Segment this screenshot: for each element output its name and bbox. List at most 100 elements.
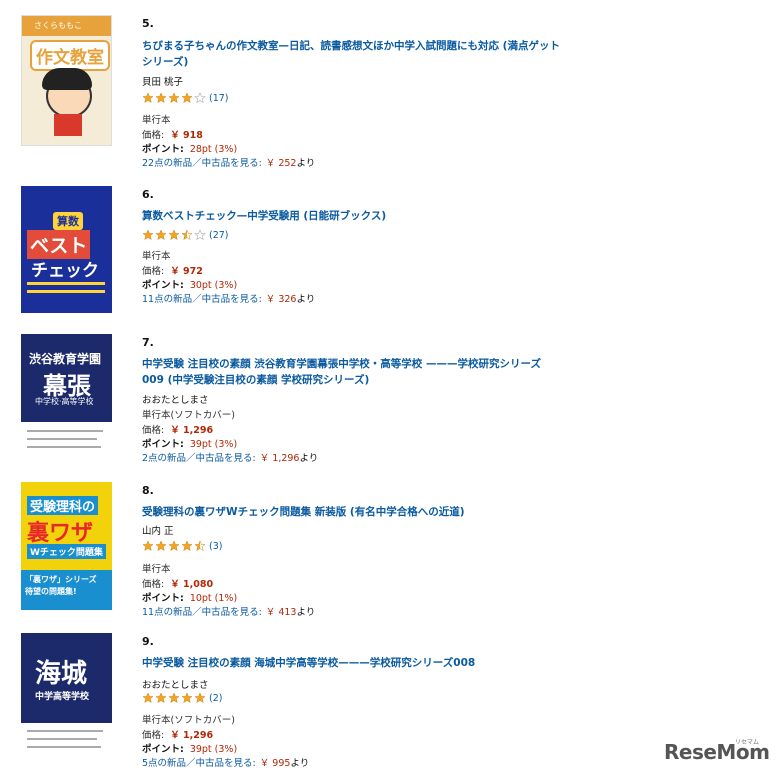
author-link[interactable]: 山内 正 xyxy=(142,523,174,537)
points-label: ポイント: xyxy=(142,280,184,291)
review-count-link[interactable]: (27) xyxy=(209,230,229,241)
review-count-link[interactable]: (17) xyxy=(209,93,229,104)
rank-number: 7. xyxy=(142,336,154,349)
points-value: 30pt (3%) xyxy=(189,280,238,291)
format-label: 単行本 xyxy=(142,251,171,262)
book-cover-image[interactable]: さくらももこ 作文教室 xyxy=(21,15,112,146)
offers-link[interactable]: 5点の新品／中古品を見る: xyxy=(142,758,256,769)
points-label: ポイント: xyxy=(142,144,184,155)
offers-price: ￥ 413 xyxy=(265,607,297,618)
cover-decoration xyxy=(27,446,101,448)
points-row: ポイント: 10pt (1%) xyxy=(142,590,237,604)
book-title-link[interactable]: 中学受験 注目校の素顔 渋谷教育学園幕張中学校・高等学校 ———学校研究シリーズ… xyxy=(142,356,562,388)
book-title-link[interactable]: 算数ベストチェック—中学受験用 (日能研ブックス) xyxy=(142,208,562,224)
book-title-link[interactable]: 受験理科の裏ワザWチェック問題集 新装版 (有名中学合格への近道) xyxy=(142,504,562,520)
cover-text-5: 待望の問題集! xyxy=(25,587,77,596)
star-full-icon xyxy=(168,540,180,552)
author-link[interactable]: おおたとしまさ xyxy=(142,677,209,691)
offers-row: 2点の新品／中古品を見る: ￥ 1,296より xyxy=(142,450,318,464)
cover-decoration xyxy=(27,290,105,293)
price-row: 価格: ￥ 1,296 xyxy=(142,727,213,741)
points-value: 28pt (3%) xyxy=(189,144,238,155)
offers-row: 5点の新品／中古品を見る: ￥ 995より xyxy=(142,755,309,769)
cover-text-2: 裏ワザ xyxy=(27,521,94,546)
offers-suffix: より xyxy=(296,607,316,618)
review-count-link[interactable]: (2) xyxy=(209,693,222,704)
cover-lower-panel xyxy=(21,723,112,760)
star-rating[interactable]: (17) xyxy=(142,91,229,105)
rank-number: 5. xyxy=(142,17,154,30)
star-full-icon xyxy=(168,229,180,241)
book-cover-image[interactable]: 海城 中学高等学校 xyxy=(21,633,112,760)
star-full-icon xyxy=(181,692,193,704)
cover-text-1: 受験理科の xyxy=(27,496,99,515)
offers-row: 22点の新品／中古品を見る: ￥ 252より xyxy=(142,155,315,169)
cover-text-3: 中学校·高等学校 xyxy=(35,397,94,406)
cover-text-1: 海城 xyxy=(35,659,88,689)
cover-character-body xyxy=(54,114,82,136)
star-empty-icon xyxy=(194,229,206,241)
cover-decoration xyxy=(27,430,103,432)
star-full-icon xyxy=(142,229,154,241)
cover-author-text: さくらももこ xyxy=(34,21,82,30)
offers-link[interactable]: 11点の新品／中古品を見る: xyxy=(142,607,262,618)
star-full-icon xyxy=(155,92,167,104)
offers-link[interactable]: 11点の新品／中古品を見る: xyxy=(142,294,262,305)
author-link[interactable]: 貝田 桃子 xyxy=(142,74,183,88)
format-label: 単行本 xyxy=(142,564,171,575)
star-rating[interactable]: (27) xyxy=(142,228,229,242)
star-half-icon xyxy=(194,540,206,552)
offers-price: ￥ 1,296 xyxy=(259,453,300,464)
price-row: 価格: ￥ 1,080 xyxy=(142,576,213,590)
star-full-icon xyxy=(155,692,167,704)
price-row: 価格: ￥ 918 xyxy=(142,127,203,141)
price-value: ￥ 918 xyxy=(170,130,203,141)
cover-decoration xyxy=(27,738,97,740)
offers-link[interactable]: 22点の新品／中古品を見る: xyxy=(142,158,262,169)
offers-price: ￥ 252 xyxy=(265,158,297,169)
points-row: ポイント: 28pt (3%) xyxy=(142,141,237,155)
book-title-link[interactable]: 中学受験 注目校の素顔 海城中学高等学校———学校研究シリーズ008 xyxy=(142,655,562,671)
offers-row: 11点の新品／中古品を見る: ￥ 326より xyxy=(142,291,315,305)
book-cover-image[interactable]: 算数 ベスト チェック xyxy=(21,186,112,313)
cover-decoration xyxy=(27,746,101,748)
cover-decoration xyxy=(27,282,105,285)
book-cover-image[interactable]: 受験理科の 裏ワザ Wチェック問題集 「裏ワザ」シリーズ 待望の問題集! xyxy=(21,482,112,610)
price-value: ￥ 972 xyxy=(170,266,203,277)
points-label: ポイント: xyxy=(142,744,184,755)
book-title-link[interactable]: ちびまる子ちゃんの作文教室—日記、読書感想文ほか中学入試問題にも対応 (満点ゲッ… xyxy=(142,38,562,70)
price-value: ￥ 1,080 xyxy=(170,579,214,590)
rank-number: 6. xyxy=(142,188,154,201)
offers-price: ￥ 326 xyxy=(265,294,297,305)
cover-text-2: 中学高等学校 xyxy=(35,692,90,702)
cover-text-3: Wチェック問題集 xyxy=(27,544,106,559)
price-value: ￥ 1,296 xyxy=(170,425,214,436)
format-label: 単行本(ソフトカバー) xyxy=(142,410,235,421)
format-label: 単行本(ソフトカバー) xyxy=(142,715,235,726)
points-row: ポイント: 30pt (3%) xyxy=(142,277,237,291)
star-rating[interactable]: (3) xyxy=(142,539,222,553)
offers-suffix: より xyxy=(296,294,316,305)
rank-number: 8. xyxy=(142,484,154,497)
resemom-logo: ReseMom xyxy=(664,740,770,764)
star-full-icon xyxy=(181,540,193,552)
star-full-icon xyxy=(142,92,154,104)
book-cover-image[interactable]: 渋谷教育学園 幕張 中学校·高等学校 xyxy=(21,334,112,461)
price-label: 価格: xyxy=(142,579,165,590)
review-count-link[interactable]: (3) xyxy=(209,541,222,552)
cover-lower-panel xyxy=(21,422,112,461)
format-label: 単行本 xyxy=(142,115,171,126)
cover-text-1: 渋谷教育学園 xyxy=(29,352,102,366)
offers-price: ￥ 995 xyxy=(259,758,291,769)
author-link[interactable]: おおたとしまさ xyxy=(142,392,209,406)
star-full-icon xyxy=(168,692,180,704)
cover-decoration xyxy=(27,730,103,732)
price-label: 価格: xyxy=(142,730,165,741)
price-label: 価格: xyxy=(142,425,165,436)
offers-link[interactable]: 2点の新品／中古品を見る: xyxy=(142,453,256,464)
star-rating[interactable]: (2) xyxy=(142,691,222,705)
price-label: 価格: xyxy=(142,266,165,277)
points-value: 39pt (3%) xyxy=(189,744,238,755)
offers-suffix: より xyxy=(296,158,316,169)
points-value: 39pt (3%) xyxy=(189,439,238,450)
